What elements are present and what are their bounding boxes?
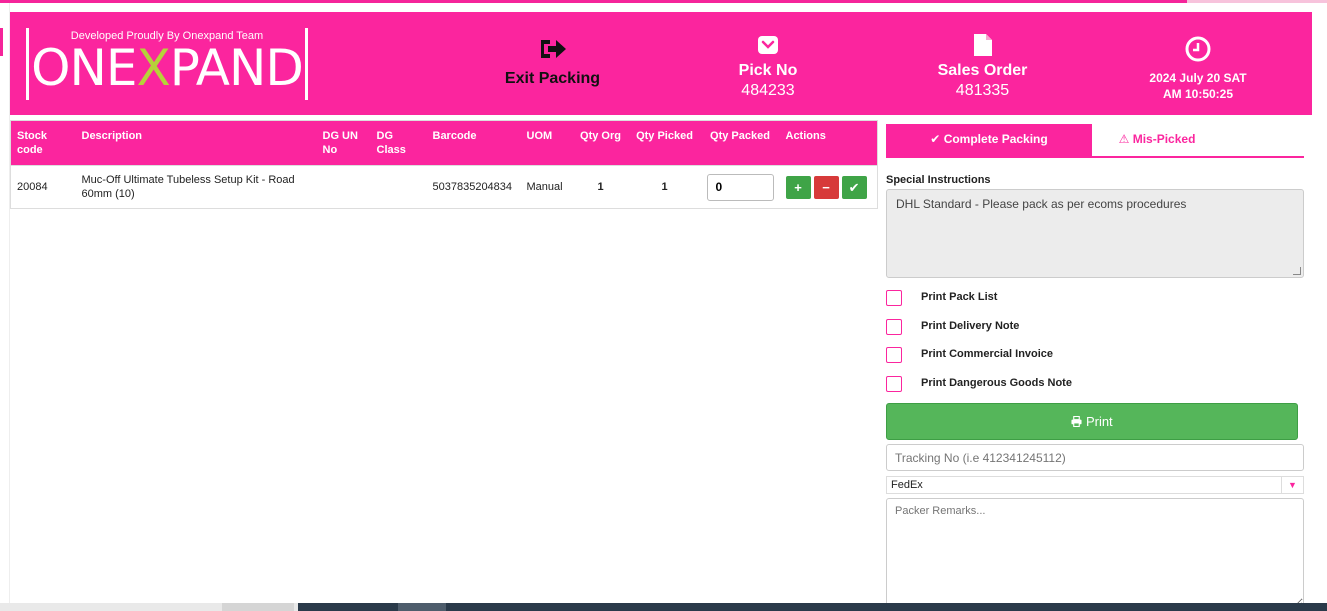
pick-no-label: Pick No — [738, 62, 798, 79]
col-uom: UOM — [526, 130, 553, 142]
tab-mispicked-label: Mis-Picked — [1132, 132, 1196, 146]
print-button-label: Print — [1085, 414, 1113, 429]
packer-remarks-textarea[interactable] — [886, 498, 1304, 608]
cell-description: Muc-Off Ultimate Tubeless Setup Kit - Ro… — [75, 165, 317, 209]
cell-stock-code: 20084 — [10, 165, 76, 209]
cell-dg-un-no — [316, 165, 371, 209]
tracking-number-input[interactable] — [886, 444, 1304, 471]
resize-handle-icon[interactable] — [1293, 267, 1301, 275]
brand-logo: ONEXPAND — [31, 39, 304, 97]
decrement-button[interactable]: − — [813, 175, 839, 199]
checkbox-box[interactable] — [886, 347, 902, 363]
col-barcode: Barcode — [432, 130, 477, 142]
col-qty-picked: Qty Picked — [636, 130, 693, 142]
warning-icon: ⚠ — [1118, 132, 1130, 146]
cell-qty-picked: 1 — [628, 165, 701, 209]
date-display: 2024 July 20 SAT AM 10:50:25 — [1128, 70, 1268, 102]
col-dg-class: DG Class — [376, 130, 406, 156]
cell-dg-class — [370, 165, 427, 209]
tab-mis-picked[interactable]: ⚠ Mis-Picked — [1092, 124, 1222, 156]
check-icon: ✔ — [930, 132, 941, 146]
checkbox-box[interactable] — [886, 319, 902, 335]
col-stock-code: Stock code — [17, 130, 47, 156]
cell-actions: + − ✔ — [779, 165, 878, 209]
confirm-button[interactable]: ✔ — [841, 175, 867, 199]
sales-order-value: 481335 — [955, 82, 1010, 99]
checkbox-label: Print Delivery Note — [921, 320, 1020, 332]
check-icon: ✔ — [848, 179, 860, 195]
col-qty-packed: Qty Packed — [710, 130, 770, 142]
cell-qty-org: 1 — [572, 165, 629, 209]
printer-icon — [1071, 414, 1086, 429]
chevron-down-icon[interactable]: ▼ — [1281, 477, 1303, 493]
cell-qty-packed — [700, 165, 780, 209]
os-taskbar — [0, 603, 1327, 611]
plus-icon: + — [794, 179, 802, 195]
special-instructions-text: DHL Standard - Please pack as per ecoms … — [896, 197, 1187, 211]
clock-icon — [1128, 36, 1268, 62]
table-row: 20084 Muc-Off Ultimate Tubeless Setup Ki… — [10, 165, 878, 209]
sign-out-icon — [490, 36, 615, 62]
col-actions: Actions — [785, 130, 826, 142]
col-description: Description — [81, 130, 143, 142]
top-accent-line — [0, 0, 1327, 3]
taskbar-item[interactable] — [398, 603, 446, 611]
file-icon — [915, 32, 1050, 58]
checkbox-label: Print Pack List — [921, 291, 998, 303]
cell-barcode: 5037835204834 — [426, 165, 521, 209]
pick-no-block: Pick No 484233 — [710, 32, 826, 100]
header-bar: Developed Proudly By Onexpand Team ONEXP… — [10, 12, 1312, 115]
table-header-row: Stock code Description DG UN No DG Class… — [10, 120, 878, 166]
special-instructions-label: Special Instructions — [886, 174, 991, 186]
packing-table: Stock code Description DG UN No DG Class… — [10, 120, 878, 209]
checkbox-box[interactable] — [886, 290, 902, 306]
exit-packing-label: Exit Packing — [504, 70, 601, 87]
checkbox-label: Print Dangerous Goods Note — [921, 377, 1072, 389]
minus-icon: − — [822, 179, 830, 195]
checkbox-box[interactable] — [886, 376, 902, 392]
date-line: 2024 July 20 SAT — [1149, 71, 1247, 85]
sales-order-block: Sales Order 481335 — [915, 32, 1050, 100]
left-edge-strip — [0, 3, 10, 603]
sales-order-label: Sales Order — [937, 62, 1028, 79]
taskbar-item[interactable] — [222, 603, 294, 611]
col-dg-un-no: DG UN No — [322, 130, 358, 156]
pick-no-value: 484233 — [741, 82, 795, 99]
brand-logo-block: Developed Proudly By Onexpand Team ONEXP… — [26, 28, 308, 100]
pocket-icon — [710, 32, 826, 58]
cell-uom: Manual — [520, 165, 573, 209]
courier-select[interactable]: FedEx ▼ — [886, 476, 1304, 494]
col-qty-org: Qty Org — [580, 130, 621, 142]
special-instructions-textarea[interactable]: DHL Standard - Please pack as per ecoms … — [886, 189, 1304, 278]
qty-packed-input[interactable] — [706, 173, 774, 201]
courier-selected-value: FedEx — [891, 479, 923, 491]
tab-complete-label: Complete Packing — [943, 132, 1048, 146]
tab-complete-packing[interactable]: ✔ Complete Packing — [886, 124, 1092, 156]
print-button[interactable]: Print — [886, 403, 1298, 440]
packing-tabs: ✔ Complete Packing ⚠ Mis-Picked — [886, 124, 1304, 158]
increment-button[interactable]: + — [785, 175, 811, 199]
checkbox-label: Print Commercial Invoice — [921, 348, 1054, 360]
time-line: AM 10:50:25 — [1162, 87, 1234, 101]
datetime-block: 2024 July 20 SAT AM 10:50:25 — [1128, 36, 1268, 102]
exit-packing-button[interactable]: Exit Packing — [490, 36, 615, 88]
